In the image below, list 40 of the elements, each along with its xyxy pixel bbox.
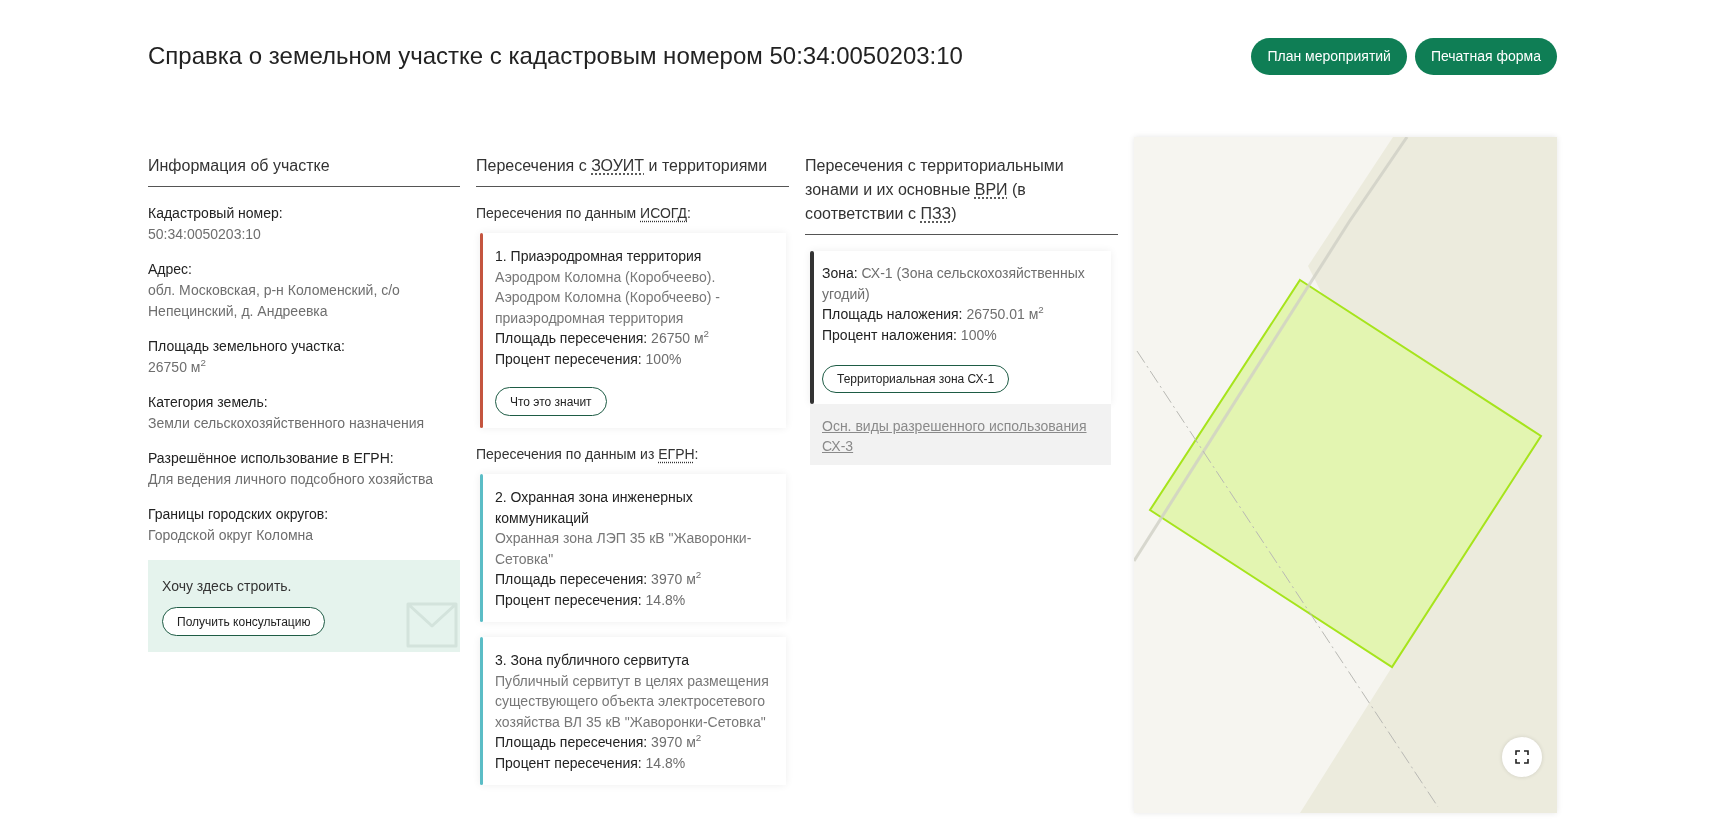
card-stat: Площадь пересечения: 26750 м$^{2}$ [495, 328, 710, 348]
field-value: Городской округ Коломна [148, 526, 315, 545]
field-value: Земли сельскохозяйственного назначения [148, 414, 426, 433]
field-label: Разрешённое использование в ЕГРН: [148, 449, 395, 468]
group-heading: Пересечения по данным из ЕГРН: [476, 445, 700, 464]
card-description: Аэродром Коломна (Коробчеево). Аэродром Коломна (Коробчеево) - приаэродромная территория [495, 267, 721, 328]
card-stat: Площадь наложения: 26750.01 м$^{2}$ [822, 304, 1045, 324]
card-description: Охранная зона ЛЭП 35 кВ "Жаворонки-Сетовка" [495, 529, 753, 569]
field-label: Кадастровый номер: [148, 204, 284, 223]
field-label: Границы городских округов: [148, 505, 330, 524]
action-button[interactable]: Печатная форма [1414, 37, 1557, 75]
column-heading: Информация об участке [148, 156, 331, 176]
card-title: 3. Зона публичного сервитута [495, 651, 691, 670]
field-value: обл. Московская, р-н Коломенский, с/о Непецинский, д. Андреевка [148, 281, 401, 321]
field-label: Площадь земельного участка: [148, 337, 346, 356]
card-stat: Процент пересечения: 14.8% [495, 590, 687, 610]
action-button[interactable]: План мероприятий [1251, 37, 1407, 75]
card-stat: Процент наложения: 100% [822, 325, 998, 345]
field-value: 50:34:0050203:10 [148, 225, 262, 244]
field-label: Адрес: [148, 260, 193, 279]
card-stat: Площадь пересечения: 3970 м$^{2}$ [495, 569, 703, 589]
column-heading: Пересечения с территориальными зонами и их основные ВРИ (в соответствии с ПЗЗ) [805, 156, 1065, 224]
field-value: Для ведения личного подсобного хозяйства [148, 470, 435, 489]
field-value: 26750 м$^{2}$ [148, 357, 207, 377]
fullscreen-icon [1515, 750, 1529, 764]
explain-button[interactable]: Что это значит [495, 387, 607, 416]
cta-text: Хочу здесь строить. [162, 577, 293, 596]
page-title: Справка о земельном участке с кадастровым номером 50:34:0050203:10 [148, 42, 963, 70]
card-stat: Площадь пересечения: 3970 м$^{2}$ [495, 732, 703, 752]
card-stat: Процент пересечения: 100% [495, 349, 683, 369]
zone-button[interactable]: Территориальная зона СХ-1 [822, 365, 1010, 393]
card-stat: Зона: СХ-1 (Зона сельскохозяйственных угодий) [822, 264, 1086, 304]
card-title: 1. Приаэродромная территория [495, 247, 703, 266]
group-heading: Пересечения по данным ИСОГД: [476, 204, 692, 223]
consultation-button[interactable]: Получить консультацию [162, 607, 326, 636]
card-description: Публичный сервитут в целях размещения существующего объекта электросетевого хозяйства ВЛ 35 кВ "Жаворонки-Сетовка" [495, 671, 770, 732]
column-heading: Пересечения с ЗОУИТ и территориями [476, 156, 769, 176]
card-title: 2. Охранная зона инженерных коммуникаций [495, 488, 694, 528]
card-stat: Процент пересечения: 14.8% [495, 753, 687, 773]
field-label: Категория земель: [148, 393, 269, 412]
